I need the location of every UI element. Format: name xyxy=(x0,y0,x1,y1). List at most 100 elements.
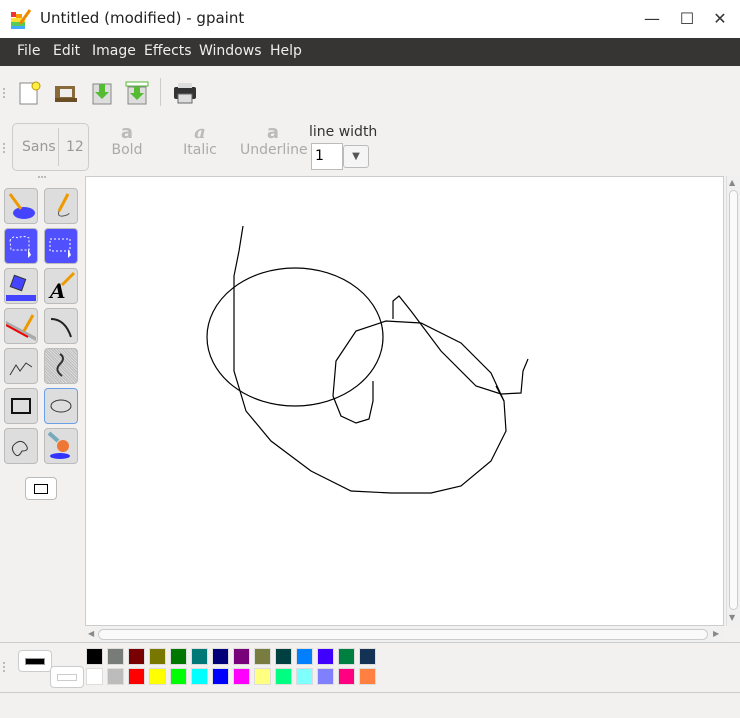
color-swatch[interactable] xyxy=(338,668,355,685)
color-swatch[interactable] xyxy=(275,648,292,665)
drawing-canvas[interactable] xyxy=(85,176,724,626)
color-swatch[interactable] xyxy=(107,668,124,685)
color-swatch[interactable] xyxy=(317,668,334,685)
color-swatch[interactable] xyxy=(191,648,208,665)
paintbrush-tool[interactable] xyxy=(44,428,78,464)
color-swatch[interactable] xyxy=(233,668,250,685)
italic-button[interactable]: a Italic xyxy=(180,122,220,159)
lasso-select-tool[interactable] xyxy=(4,228,38,264)
maximize-button[interactable]: ☐ xyxy=(676,8,698,30)
palette-grip[interactable] xyxy=(3,662,9,672)
horizontal-scroll-thumb[interactable] xyxy=(98,629,708,640)
menu-image[interactable]: Image xyxy=(92,43,136,59)
color-swatch[interactable] xyxy=(149,668,166,685)
toolbar-grip[interactable] xyxy=(3,88,9,98)
text-toolbar-grip[interactable] xyxy=(3,143,9,153)
color-swatch[interactable] xyxy=(128,648,145,665)
line-width-dropdown[interactable]: ▼ xyxy=(343,145,369,168)
color-swatch[interactable] xyxy=(338,648,355,665)
scroll-down-icon[interactable]: ▼ xyxy=(729,613,735,622)
close-button[interactable]: ✕ xyxy=(709,8,731,30)
vertical-scrollbar[interactable]: ▲ ▼ xyxy=(726,176,740,626)
bold-button[interactable]: a Bold xyxy=(110,122,144,159)
color-swatch[interactable] xyxy=(86,668,103,685)
paintbrush-icon xyxy=(47,431,70,459)
color-swatch[interactable] xyxy=(107,648,124,665)
new-icon[interactable] xyxy=(17,80,43,106)
polyline-tool[interactable] xyxy=(4,348,38,384)
divider xyxy=(0,642,740,643)
italic-icon: a xyxy=(194,122,206,143)
menu-file[interactable]: File xyxy=(17,43,40,59)
scroll-right-icon[interactable]: ▶ xyxy=(713,629,719,638)
ellipse-tool[interactable] xyxy=(44,388,78,424)
vertical-scroll-thumb[interactable] xyxy=(729,190,738,610)
rectangle-icon xyxy=(11,398,31,414)
text-tool[interactable]: A xyxy=(44,268,78,304)
multiline-tool[interactable] xyxy=(44,348,78,384)
line-width-input[interactable]: 1 xyxy=(311,143,343,170)
save-as-icon[interactable] xyxy=(124,80,150,106)
scroll-up-icon[interactable]: ▲ xyxy=(729,178,735,187)
color-swatch[interactable] xyxy=(317,648,334,665)
color-swatch[interactable] xyxy=(191,668,208,685)
polyline-icon xyxy=(9,362,33,376)
font-name: Sans xyxy=(22,139,56,155)
tool-palette: A xyxy=(4,188,80,464)
menu-windows[interactable]: Windows xyxy=(199,43,262,59)
print-icon[interactable] xyxy=(172,80,198,106)
save-icon[interactable] xyxy=(89,80,115,106)
font-divider xyxy=(58,128,59,166)
color-swatch[interactable] xyxy=(275,668,292,685)
color-swatch[interactable] xyxy=(359,648,376,665)
menu-help[interactable]: Help xyxy=(270,43,302,59)
window-title: Untitled (modified) - gpaint xyxy=(40,9,245,27)
color-swatch[interactable] xyxy=(296,668,313,685)
gpaint-logo-icon xyxy=(11,9,32,29)
rectangle-tool[interactable] xyxy=(4,388,38,424)
font-size: 12 xyxy=(66,139,84,155)
color-swatch[interactable] xyxy=(233,648,250,665)
curve-tool[interactable] xyxy=(44,308,78,344)
color-swatch[interactable] xyxy=(254,668,271,685)
tool-panel-grip[interactable] xyxy=(38,176,46,179)
color-swatch[interactable] xyxy=(254,648,271,665)
scroll-left-icon[interactable]: ◀ xyxy=(88,629,94,638)
rect-select-tool[interactable] xyxy=(44,228,78,264)
closed-freehand-tool[interactable] xyxy=(4,428,38,464)
drawing xyxy=(206,225,529,494)
color-swatch[interactable] xyxy=(149,648,166,665)
color-swatch[interactable] xyxy=(128,668,145,685)
background-swatch xyxy=(57,673,77,681)
underline-button[interactable]: a Underline xyxy=(240,124,308,159)
fill-mode-button[interactable] xyxy=(25,477,57,500)
color-swatch[interactable] xyxy=(170,668,187,685)
bold-icon: a xyxy=(120,122,134,143)
menu-edit[interactable]: Edit xyxy=(53,43,80,59)
color-swatch[interactable] xyxy=(296,648,313,665)
lasso-icon xyxy=(9,236,31,258)
open-icon[interactable] xyxy=(53,80,79,106)
freehand-curve-icon xyxy=(56,353,64,377)
ellipse-icon xyxy=(50,399,72,413)
color-swatch[interactable] xyxy=(212,668,229,685)
color-swatch[interactable] xyxy=(359,668,376,685)
foreground-color-button[interactable] xyxy=(18,650,52,672)
line-tool[interactable] xyxy=(4,308,38,344)
font-button[interactable]: Sans 12 xyxy=(12,123,89,171)
horizontal-scrollbar[interactable]: ◀ ▶ xyxy=(85,628,724,642)
fill-tool[interactable] xyxy=(4,268,38,304)
background-color-button[interactable] xyxy=(50,666,84,688)
paint-bucket-select-tool[interactable] xyxy=(4,188,38,224)
closed-freehand-icon xyxy=(11,440,28,457)
pencil-tool[interactable] xyxy=(44,188,78,224)
color-swatch[interactable] xyxy=(212,648,229,665)
italic-label: Italic xyxy=(183,142,217,158)
line-width-label: line width xyxy=(309,124,378,140)
color-swatch[interactable] xyxy=(86,648,103,665)
text-icon: A xyxy=(48,271,76,301)
outline-rect-icon xyxy=(34,483,48,494)
menu-effects[interactable]: Effects xyxy=(144,43,192,59)
color-swatch[interactable] xyxy=(170,648,187,665)
minimize-button[interactable]: — xyxy=(641,8,663,30)
